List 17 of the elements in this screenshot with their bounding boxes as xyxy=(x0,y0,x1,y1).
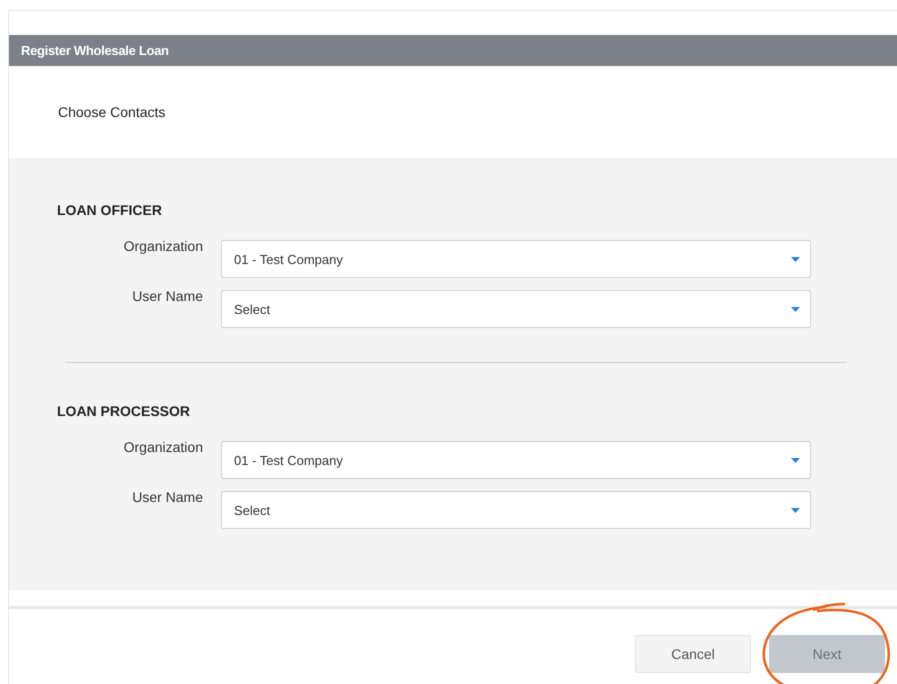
section-heading: LOAN PROCESSOR xyxy=(57,403,192,419)
caret-icon xyxy=(791,458,800,462)
caret-icon xyxy=(791,508,800,512)
field-label: User Name xyxy=(131,489,204,505)
dropdown-field[interactable]: 01 - Test Company xyxy=(221,441,811,479)
step-title: Choose Contacts xyxy=(58,104,166,120)
window-title: Register Wholesale Loan xyxy=(21,43,169,58)
dropdown-field[interactable]: 01 - Test Company xyxy=(221,240,811,278)
caret-icon xyxy=(791,306,800,312)
field-label: Organization xyxy=(122,238,204,254)
field-label: User Name xyxy=(131,288,204,304)
cancel-button[interactable]: Cancel xyxy=(635,635,751,673)
field-label: Organization xyxy=(122,439,204,455)
caret-icon xyxy=(791,256,800,262)
dropdown-field[interactable]: Select xyxy=(221,491,811,529)
section-heading: LOAN OFFICER xyxy=(57,202,163,218)
dropdown-field[interactable]: Select xyxy=(221,290,811,328)
